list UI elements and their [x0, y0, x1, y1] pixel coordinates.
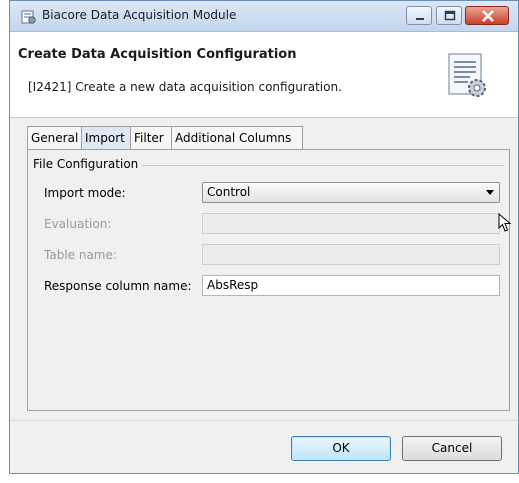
evaluation-field[interactable]	[202, 213, 500, 234]
evaluation-label: Evaluation:	[44, 217, 112, 231]
response-column-label: Response column name:	[44, 279, 192, 293]
tab-additional-columns[interactable]: Additional Columns	[171, 126, 303, 149]
response-column-field[interactable]: AbsResp	[202, 275, 500, 296]
footer-divider	[10, 420, 518, 421]
app-icon	[21, 10, 36, 24]
close-button[interactable]	[465, 6, 509, 25]
dialog-window: Biacore Data Acquisition Module Create D…	[9, 0, 519, 474]
window-title: Biacore Data Acquisition Module	[42, 8, 237, 22]
dialog-title: Create Data Acquisition Configuration	[18, 47, 297, 62]
dialog-message: [I2421] Create a new data acquisition co…	[28, 80, 342, 94]
maximize-button[interactable]	[436, 6, 462, 25]
close-icon	[482, 10, 494, 22]
chevron-down-icon	[486, 190, 494, 195]
minimize-icon	[416, 18, 424, 20]
mouse-cursor-icon	[498, 213, 512, 232]
tab-general[interactable]: General	[27, 126, 82, 149]
title-bar[interactable]: Biacore Data Acquisition Module	[10, 1, 518, 32]
minimize-button[interactable]	[406, 6, 432, 25]
tab-filter[interactable]: Filter	[130, 126, 172, 149]
import-panel: File Configuration Import mode: Control …	[27, 149, 510, 411]
maximize-icon	[444, 10, 456, 21]
dialog-header: Create Data Acquisition Configuration [I…	[10, 32, 518, 118]
cancel-button[interactable]: Cancel	[402, 436, 502, 461]
import-mode-value: Control	[207, 185, 251, 199]
ok-button[interactable]: OK	[291, 436, 391, 461]
import-mode-label: Import mode:	[44, 186, 126, 200]
tab-import[interactable]: Import	[81, 126, 131, 149]
import-mode-select[interactable]: Control	[202, 182, 500, 203]
table-name-field[interactable]	[202, 244, 500, 265]
group-label: File Configuration	[33, 157, 143, 171]
table-name-label: Table name:	[44, 248, 117, 262]
configuration-icon	[448, 53, 486, 97]
